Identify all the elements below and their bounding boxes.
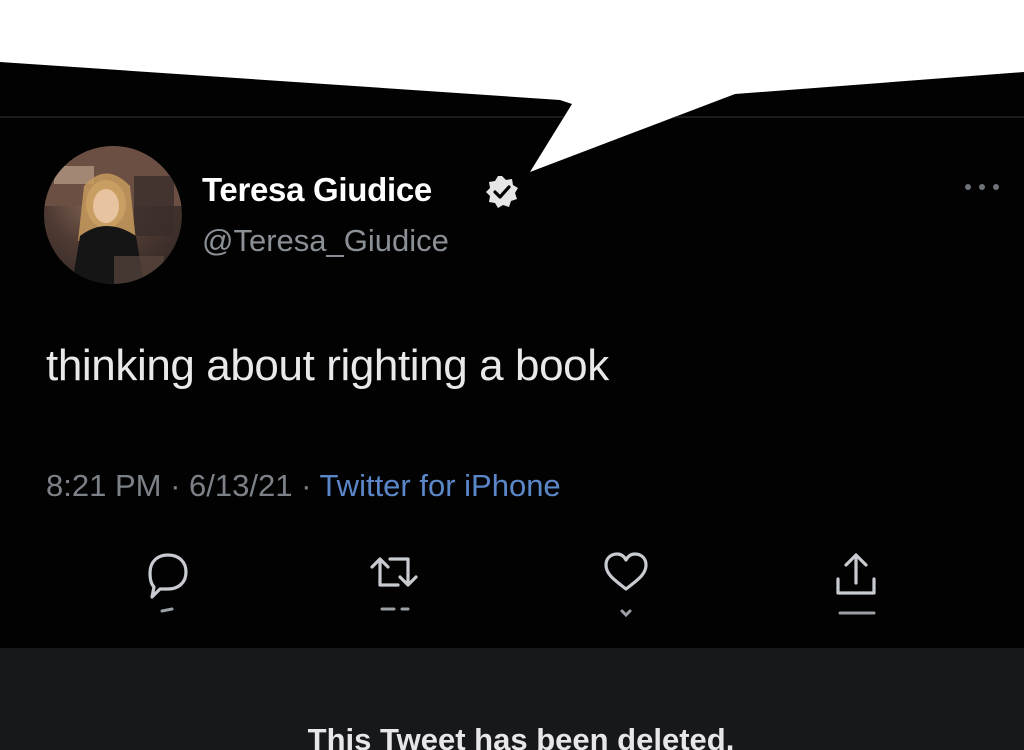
deleted-notice-text: This Tweet has been deleted. <box>307 722 735 750</box>
like-button[interactable] <box>596 545 656 621</box>
retweet-button[interactable] <box>364 545 424 621</box>
share-button[interactable] <box>826 545 886 621</box>
avatar-photo <box>44 146 182 284</box>
meta-separator: · <box>161 468 190 503</box>
tweet-source-link[interactable]: Twitter for iPhone <box>319 468 560 503</box>
heart-icon <box>604 552 648 618</box>
avatar[interactable] <box>44 146 182 284</box>
tweet-time[interactable]: 8:21 PM <box>46 468 161 503</box>
tweet-text: thinking about righting a book <box>46 341 609 390</box>
author-handle[interactable]: @Teresa_Giudice <box>202 222 449 260</box>
more-options-icon[interactable] <box>960 180 1004 194</box>
author-display-name[interactable]: Teresa Giudice <box>202 170 432 210</box>
tweet-date[interactable]: 6/13/21 <box>189 468 292 503</box>
tweet-panel: Teresa Giudice @Teresa_Giudice thinking … <box>0 62 1024 750</box>
share-icon <box>836 553 876 615</box>
meta-separator: · <box>292 468 320 503</box>
reply-icon <box>148 553 188 613</box>
panel-divider-top <box>0 116 1024 118</box>
tweet-metadata: 8:21 PM · 6/13/21 · Twitter for iPhone <box>46 466 561 506</box>
retweet-icon <box>370 557 418 611</box>
reply-button[interactable] <box>138 545 198 621</box>
verified-badge-icon <box>486 176 518 208</box>
screenshot-stage: Teresa Giudice @Teresa_Giudice thinking … <box>0 0 1024 750</box>
